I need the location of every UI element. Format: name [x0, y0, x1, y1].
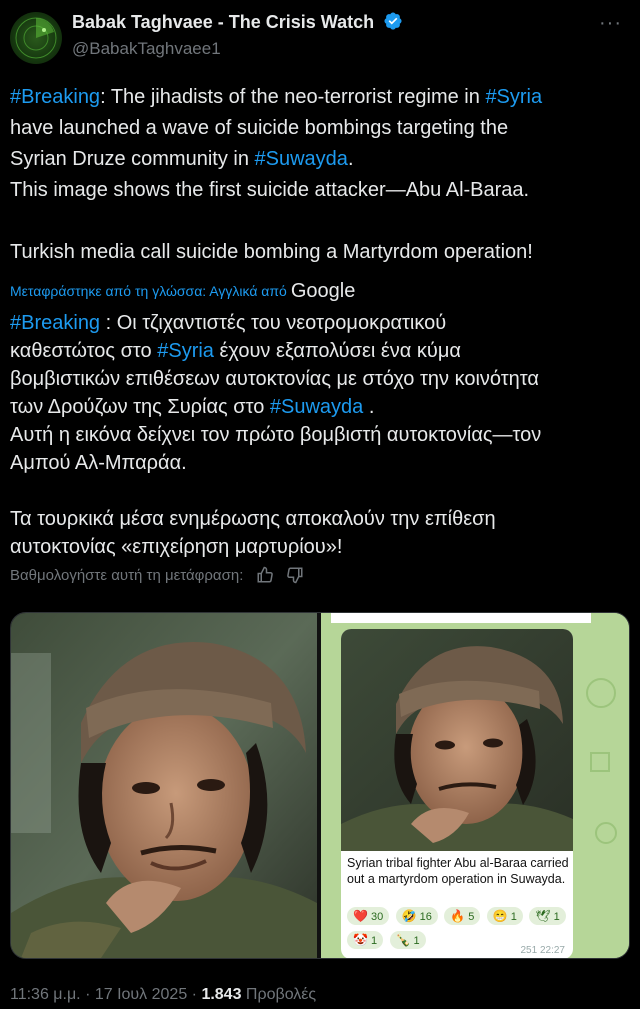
reaction-fire[interactable]: 🔥 5: [444, 907, 481, 925]
thumbs-down-icon[interactable]: [286, 566, 304, 584]
views-label: Προβολές: [241, 986, 317, 1003]
reaction-emoji: 🤣: [401, 909, 417, 923]
reaction-count: 1: [510, 911, 517, 923]
thumbs-up-icon[interactable]: [256, 566, 274, 584]
portrait-photo: [11, 613, 317, 958]
translated-line: #Breaking : Οι τζιχαντιστές του νεοτρομο…: [10, 309, 630, 337]
google-logo: Google: [290, 280, 356, 302]
text-span: : Οι τζιχαντιστές του νεοτρομοκρατικού: [100, 312, 447, 334]
radar-icon: [15, 17, 57, 59]
tweet-line: Syrian Druze community in #Suwayda.: [10, 144, 628, 175]
reaction-emoji: ❤️: [353, 909, 368, 923]
translated-line: Τα τουρκικά μέσα ενημέρωσης αποκαλούν τη…: [10, 508, 496, 530]
chat-photo: [341, 629, 573, 851]
hashtag-breaking[interactable]: #Breaking: [10, 86, 100, 108]
media-screenshot-right[interactable]: Syrian tribal fighter Abu al-Baraa carri…: [321, 613, 629, 958]
tweet-media[interactable]: Syrian tribal fighter Abu al-Baraa carri…: [10, 612, 630, 959]
translated-line: Αμπού Αλ-Μπαράα.: [10, 452, 187, 474]
message-meta: 251 22:27: [520, 945, 566, 956]
timestamp[interactable]: 11:36 μ.μ. · 17 Ιουλ 2025 ·: [10, 986, 201, 1003]
tweet-line: This image shows the first suicide attac…: [10, 179, 530, 201]
verified-badge-icon: [384, 12, 402, 30]
reaction-count: 16: [419, 911, 432, 923]
tweet-line: Turkish media call suicide bombing a Mar…: [10, 241, 533, 263]
user-handle[interactable]: @BabakTaghvaee1: [72, 39, 221, 59]
hashtag-syria[interactable]: #Syria: [157, 340, 214, 362]
hashtag-breaking[interactable]: #Breaking: [10, 312, 100, 334]
tweet-text: #Breaking: The jihadists of the neo-terr…: [10, 82, 628, 268]
reaction-champagne[interactable]: 🍾 1: [389, 931, 426, 949]
text-span: .: [363, 396, 375, 418]
reaction-emoji: 🍾: [395, 933, 411, 947]
reaction-count: 1: [553, 911, 560, 923]
rate-label: Βαθμολογήστε αυτή τη μετάφραση:: [10, 567, 244, 584]
reaction-dove[interactable]: 🕊 1: [529, 907, 566, 925]
tweet-footer: 11:36 μ.μ. · 17 Ιουλ 2025 · 1.843 Προβολ…: [10, 986, 316, 1004]
reaction-clown[interactable]: 🤡 1: [347, 931, 384, 949]
text-span: των Δρούζων της Συρίας στο: [10, 396, 270, 418]
reaction-emoji: 🔥: [450, 909, 466, 923]
translated-line: των Δρούζων της Συρίας στο #Suwayda .: [10, 393, 630, 421]
reaction-emoji: 😁: [492, 909, 508, 923]
hashtag-suwayda[interactable]: #Suwayda: [270, 396, 363, 418]
rate-translation: Βαθμολογήστε αυτή τη μετάφραση:: [10, 566, 304, 584]
translated-text: #Breaking : Οι τζιχαντιστές του νεοτρομο…: [10, 309, 630, 561]
reaction-count: 30: [370, 911, 384, 923]
hashtag-suwayda[interactable]: #Suwayda: [255, 148, 348, 170]
translated-by-text[interactable]: Μεταφράστηκε από τη γλώσσα: Αγγλικά από: [10, 283, 287, 299]
reaction-grin[interactable]: 😁 1: [486, 907, 523, 925]
hashtag-syria[interactable]: #Syria: [485, 86, 542, 108]
reaction-emoji: 🕊: [535, 909, 551, 923]
display-name-text[interactable]: Babak Taghvaee - The Crisis Watch: [72, 12, 374, 32]
reaction-count: 5: [468, 911, 475, 923]
portrait-photo: [341, 629, 573, 851]
tweet-header: Babak Taghvaee - The Crisis Watch @Babak…: [0, 0, 640, 72]
reaction-emoji: 🤡: [353, 933, 368, 947]
chat-caption: Syrian tribal fighter Abu al-Baraa carri…: [347, 856, 569, 886]
text-span: .: [347, 148, 354, 170]
reaction-heart[interactable]: ❤️ 30: [347, 907, 390, 925]
display-name[interactable]: Babak Taghvaee - The Crisis Watch: [72, 11, 403, 33]
translated-by-link[interactable]: Μεταφράστηκε από τη γλώσσα: Αγγλικά από G…: [10, 280, 355, 303]
reaction-count: 1: [413, 935, 420, 947]
translated-line: αυτοκτονίας «επιχείρηση μαρτυρίου»!: [10, 536, 343, 558]
media-photo-left[interactable]: [11, 613, 317, 958]
text-span: έχουν εξαπολύσει ένα κύμα: [213, 340, 461, 362]
translated-line: Αυτή η εικόνα δείχνει τον πρώτο βομβιστή…: [10, 424, 542, 446]
reaction-count: 1: [370, 935, 378, 947]
text-span: Syrian Druze community in: [10, 148, 255, 170]
reaction-laugh[interactable]: 🤣 16: [395, 907, 438, 925]
tweet-line: #Breaking: The jihadists of the neo-terr…: [10, 82, 628, 113]
text-span: καθεστώτος στο: [10, 340, 158, 362]
translated-line: καθεστώτος στο #Syria έχουν εξαπολύσει έ…: [10, 337, 630, 365]
translated-line: βομβιστικών επιθέσεων αυτοκτονίας με στό…: [10, 368, 539, 390]
avatar[interactable]: [10, 12, 62, 64]
chat-message-card[interactable]: Syrian tribal fighter Abu al-Baraa carri…: [341, 629, 573, 958]
views-count: 1.843: [201, 986, 242, 1003]
tweet-line: have launched a wave of suicide bombings…: [10, 117, 509, 139]
text-span: : The jihadists of the neo-terrorist reg…: [100, 86, 486, 108]
more-options-icon[interactable]: ···: [599, 12, 622, 35]
